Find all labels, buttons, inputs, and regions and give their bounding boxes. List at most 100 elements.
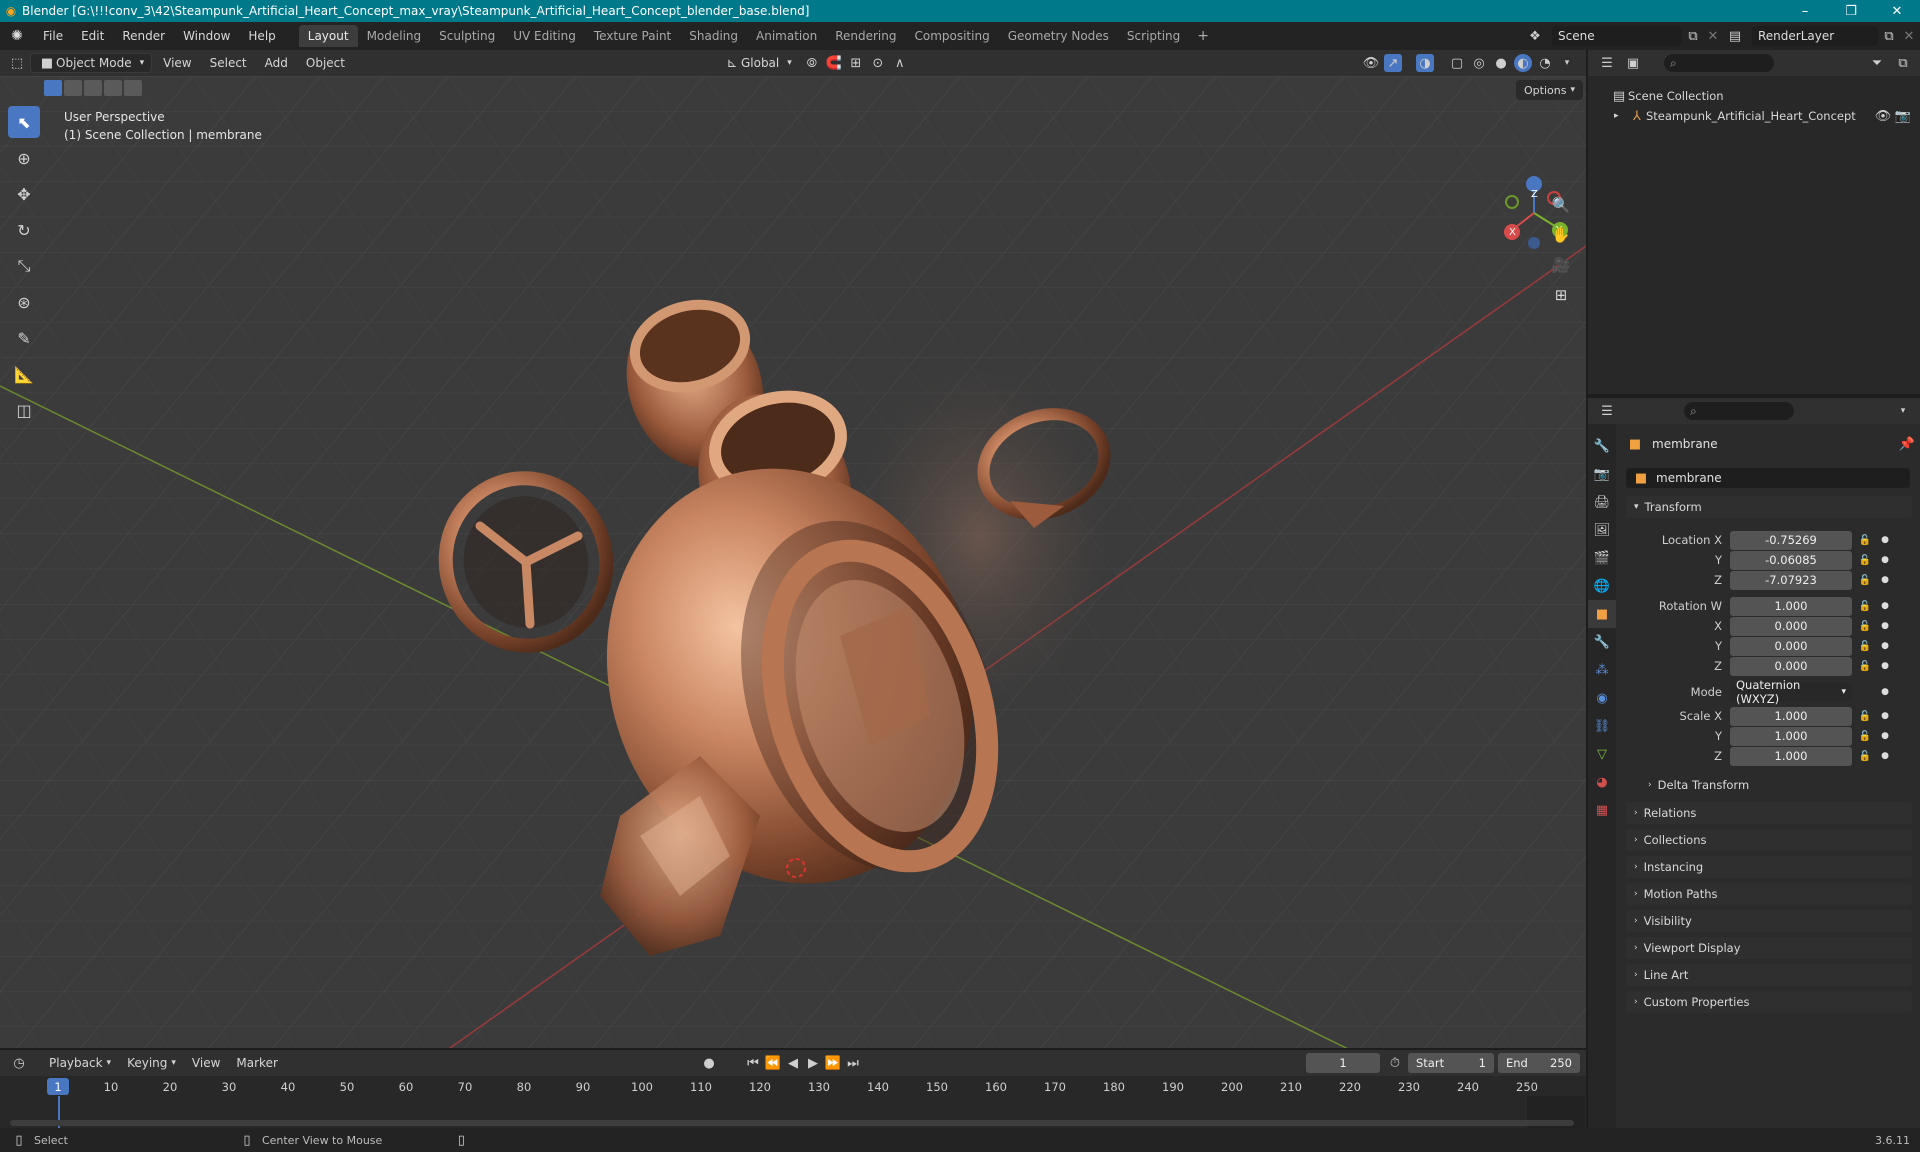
keyframe-dot-icon[interactable]: ● [1878,711,1892,721]
new-scene-icon[interactable]: ⧉ [1684,27,1702,45]
render-layer-icon[interactable]: ▤ [1726,27,1744,45]
section-relations[interactable]: › Relations [1626,802,1912,824]
lock-icon[interactable]: 🔓 [1852,535,1878,546]
start-frame-field[interactable]: Start 1 [1408,1053,1494,1073]
snap-icon[interactable]: 🧲 [825,54,843,72]
proportional-edit-icon[interactable]: ⊙ [869,54,887,72]
menu-render[interactable]: Render [113,29,174,43]
rotation-w-field[interactable]: 1.000 [1730,596,1852,616]
lock-icon[interactable]: 🔓 [1852,641,1878,652]
eye-icon[interactable]: 👁 [1874,107,1892,125]
rotation-x-field[interactable]: 0.000 [1730,616,1852,636]
world-tab-icon[interactable]: 🌐 [1588,572,1616,600]
delta-transform-header[interactable]: › Delta Transform [1640,774,1912,796]
scene-selector[interactable]: Scene [1552,26,1682,46]
scene-icon[interactable]: ❖ [1526,27,1544,45]
chevron-down-icon[interactable]: ▾ [1894,402,1912,420]
select-subtract-icon[interactable] [84,80,102,96]
outliner-editor-icon[interactable]: ☰ [1598,54,1616,72]
section-visibility[interactable]: › Visibility [1626,910,1912,932]
select-extend-icon[interactable] [64,80,82,96]
expand-arrow-icon[interactable]: ▸ [1614,111,1628,121]
tab-compositing[interactable]: Compositing [905,25,998,47]
pan-hand-icon[interactable]: ✋ [1548,222,1574,248]
scale-z-field[interactable]: 1.000 [1730,746,1852,766]
blender-menu-icon[interactable]: ✺ [0,28,34,44]
outliner-scene-collection[interactable]: ▤ Scene Collection [1588,86,1920,106]
rotate-tool-icon[interactable]: ↻ [8,214,40,246]
render-tab-icon[interactable]: 📷 [1588,460,1616,488]
menu-timeline-view[interactable]: View [185,1053,227,1073]
menu-view[interactable]: View [156,53,198,73]
tab-scripting[interactable]: Scripting [1118,25,1189,47]
minimize-button[interactable]: – [1782,4,1828,19]
new-collection-icon[interactable]: ⧉ [1894,54,1912,72]
material-tab-icon[interactable]: ◕ [1588,768,1616,796]
annotate-tool-icon[interactable]: ✎ [8,322,40,354]
play-reverse-icon[interactable]: ◀ [784,1054,802,1072]
solid-shading-icon[interactable]: ● [1492,54,1510,72]
timeline-editor-icon[interactable]: ◷ [10,1054,28,1072]
play-icon[interactable]: ▶ [804,1054,822,1072]
select-new-icon[interactable] [44,80,62,96]
outliner-item[interactable]: ▸ ⅄ Steampunk_Artificial_Heart_Concept 👁… [1588,106,1920,126]
camera-render-icon[interactable]: 📷 [1894,107,1912,125]
keyframe-dot-icon[interactable]: ● [1878,575,1892,585]
xray-icon[interactable]: ▢ [1448,54,1466,72]
lock-icon[interactable]: 🔓 [1852,601,1878,612]
menu-playback[interactable]: Playback ▾ [42,1053,118,1073]
lock-icon[interactable]: 🔓 [1852,621,1878,632]
lock-icon[interactable]: 🔓 [1852,731,1878,742]
keyframe-dot-icon[interactable]: ● [1878,601,1892,611]
tab-layout[interactable]: Layout [298,25,358,47]
scale-y-field[interactable]: 1.000 [1730,726,1852,746]
view-layer-tab-icon[interactable]: 🖼 [1588,516,1616,544]
particles-tab-icon[interactable]: ⁂ [1588,656,1616,684]
texture-tab-icon[interactable]: ▦ [1588,796,1616,824]
location-y-field[interactable]: -0.06085 [1730,550,1852,570]
scale-x-field[interactable]: 1.000 [1730,706,1852,726]
transform-panel-header[interactable]: ▾ Transform [1626,496,1912,518]
select-intersect-icon[interactable] [124,80,142,96]
section-instancing[interactable]: › Instancing [1626,856,1912,878]
pivot-icon[interactable]: ⦾ [803,54,821,72]
section-custom-properties[interactable]: › Custom Properties [1626,991,1912,1013]
keyframe-dot-icon[interactable]: ● [1878,661,1892,671]
tool-tab-icon[interactable]: 🔧 [1588,432,1616,460]
menu-add[interactable]: Add [258,53,295,73]
rotation-z-field[interactable]: 0.000 [1730,656,1852,676]
section-collections[interactable]: › Collections [1626,829,1912,851]
menu-keying[interactable]: Keying ▾ [120,1053,183,1073]
keyframe-dot-icon[interactable]: ● [1878,555,1892,565]
mode-selector[interactable]: ■ Object Mode ▾ [30,53,153,73]
pin-icon[interactable]: 📌 [1898,435,1916,453]
lock-icon[interactable]: 🔓 [1852,555,1878,566]
menu-edit[interactable]: Edit [72,29,113,43]
jump-end-icon[interactable]: ⏭ [844,1054,862,1072]
select-box-tool-icon[interactable]: ⬉ [8,106,40,138]
visibility-icon[interactable]: 👁 [1362,54,1380,72]
section-motion-paths[interactable]: › Motion Paths [1626,883,1912,905]
overlay-toggle-icon[interactable]: ◑ [1416,54,1434,72]
scale-tool-icon[interactable]: ⤡ [8,250,40,282]
delete-layer-icon[interactable]: ✕ [1900,27,1918,45]
location-z-field[interactable]: -7.07923 [1730,570,1852,590]
keyframe-dot-icon[interactable]: ● [1878,621,1892,631]
lock-icon[interactable]: 🔓 [1852,575,1878,586]
move-tool-icon[interactable]: ✥ [8,178,40,210]
add-workspace-button[interactable]: + [1189,28,1217,44]
rendered-shading-icon[interactable]: ◔ [1536,54,1554,72]
tab-animation[interactable]: Animation [747,25,826,47]
add-cube-tool-icon[interactable]: ◫ [8,394,40,426]
wireframe-shading-icon[interactable]: ◎ [1470,54,1488,72]
object-tab-icon[interactable]: ■ [1588,600,1616,628]
zoom-icon[interactable]: 🔍 [1548,192,1574,218]
record-icon[interactable]: ● [700,1054,718,1072]
tab-texture-paint[interactable]: Texture Paint [585,25,680,47]
current-frame-field[interactable]: 1 [1306,1053,1380,1073]
outliner-search-input[interactable]: ⌕ [1664,54,1774,72]
constraints-tab-icon[interactable]: ⛓ [1588,712,1616,740]
menu-marker[interactable]: Marker [229,1053,284,1073]
ortho-toggle-icon[interactable]: ⊞ [1548,282,1574,308]
prev-keyframe-icon[interactable]: ⏪ [764,1054,782,1072]
